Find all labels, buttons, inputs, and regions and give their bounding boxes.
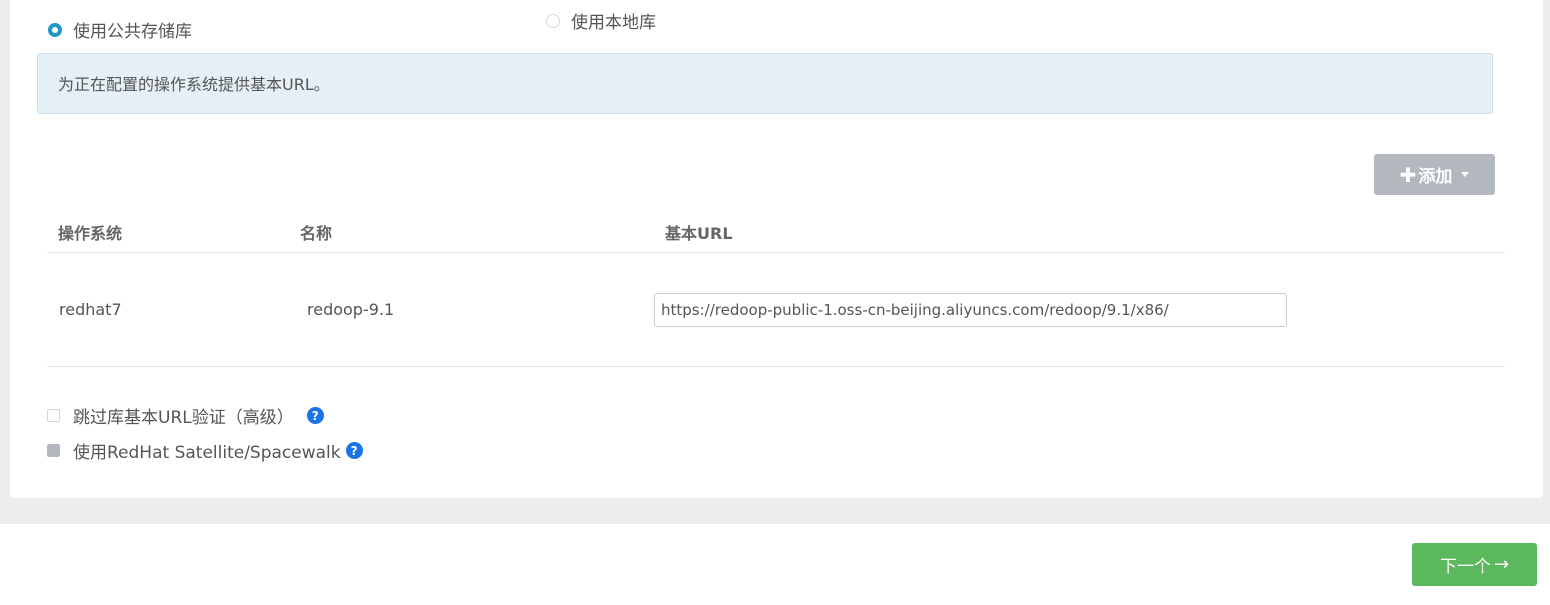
radio-local-label: 使用本地库 xyxy=(571,13,656,33)
next-button[interactable]: 下一个 → xyxy=(1412,543,1537,586)
satellite-checkbox[interactable] xyxy=(47,444,60,457)
radio-local-repository[interactable]: 使用本地库 xyxy=(546,8,656,33)
row-os-cell: redhat7 xyxy=(59,300,122,319)
skip-validation-checkbox[interactable] xyxy=(47,409,60,422)
arrow-right-icon: → xyxy=(1493,554,1510,575)
table-header-divider xyxy=(47,252,1505,253)
add-button-label: 添加 xyxy=(1418,167,1453,187)
skip-validation-label: 跳过库基本URL验证（高级） xyxy=(73,408,294,428)
row-name-cell: redoop-9.1 xyxy=(307,300,395,319)
radio-local-indicator[interactable] xyxy=(546,13,560,28)
table-bottom-divider xyxy=(47,366,1505,367)
column-header-name: 名称 xyxy=(300,224,333,243)
column-header-os: 操作系统 xyxy=(58,224,123,243)
radio-public-repository[interactable]: 使用公共存储库 xyxy=(48,17,192,42)
next-button-label: 下一个 xyxy=(1439,557,1491,577)
wizard-footer xyxy=(0,524,1550,605)
radio-public-label: 使用公共存储库 xyxy=(73,22,192,42)
info-alert-text: 为正在配置的操作系统提供基本URL。 xyxy=(58,75,330,94)
plus-icon: ✚ xyxy=(1399,162,1417,187)
radio-public-indicator[interactable] xyxy=(48,22,62,37)
caret-down-icon xyxy=(1461,172,1470,177)
skip-validation-option: 跳过库基本URL验证（高级） ? xyxy=(47,403,324,428)
column-header-base-url: 基本URL xyxy=(665,224,733,243)
satellite-option: 使用RedHat Satellite/Spacewalk ? xyxy=(47,438,363,463)
info-alert: 为正在配置的操作系统提供基本URL。 xyxy=(37,53,1493,114)
satellite-label: 使用RedHat Satellite/Spacewalk xyxy=(73,443,341,463)
question-circle-icon[interactable]: ? xyxy=(306,407,324,424)
question-circle-icon[interactable]: ? xyxy=(345,442,363,459)
add-button[interactable]: ✚ 添加 xyxy=(1374,154,1495,195)
base-url-input[interactable] xyxy=(654,293,1287,327)
